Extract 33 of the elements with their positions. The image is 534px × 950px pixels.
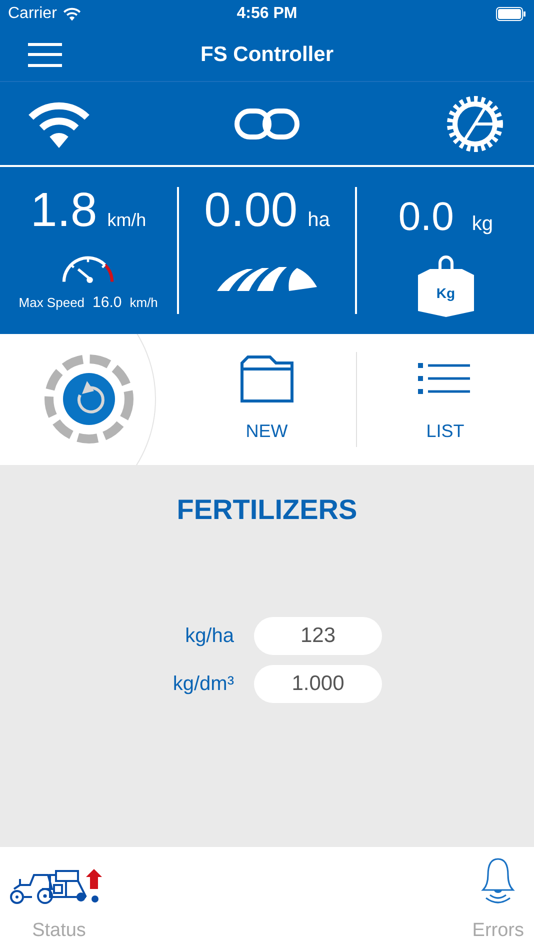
max-speed-label: Max Speed [18, 294, 85, 312]
max-speed-value: 16.0 [92, 292, 122, 312]
clock-text: 4:56 PM [236, 4, 298, 24]
screen-title: FS Controller [200, 42, 334, 68]
section-title: FERTILIZERS [176, 493, 358, 527]
sync-button[interactable] [44, 354, 134, 444]
area-value: 0.00 [204, 187, 298, 235]
carrier-text: Carrier [8, 4, 57, 24]
wifi-signal-icon [62, 7, 81, 21]
weight-value: 0.0 [398, 197, 454, 237]
area-unit: ha [308, 208, 330, 233]
action-button[interactable]: NEW [178, 352, 356, 447]
wifi-icon [27, 100, 91, 148]
menu-button[interactable] [28, 42, 62, 68]
field-label: kg/ha [184, 624, 234, 649]
list-icon [418, 361, 472, 397]
value-field[interactable]: 1.000 [254, 665, 382, 703]
speed-unit: km/h [107, 209, 146, 232]
action-button[interactable]: LIST [356, 352, 534, 447]
folder-icon [240, 355, 294, 403]
sync-icon [44, 354, 134, 444]
weight-icon [416, 255, 476, 317]
weight-unit: kg [472, 212, 494, 237]
link-button[interactable] [234, 106, 300, 140]
bell-icon [481, 857, 516, 905]
field-label: kg/dm³ [172, 672, 234, 697]
value-field[interactable]: 123 [254, 617, 382, 655]
link-icon [234, 106, 300, 140]
field-rows-icon [217, 265, 317, 291]
weight-icon-label: Kg [435, 284, 456, 303]
speed-value: 1.8 [30, 187, 98, 235]
max-speed-unit: km/h [130, 294, 158, 312]
battery-icon [496, 7, 526, 21]
